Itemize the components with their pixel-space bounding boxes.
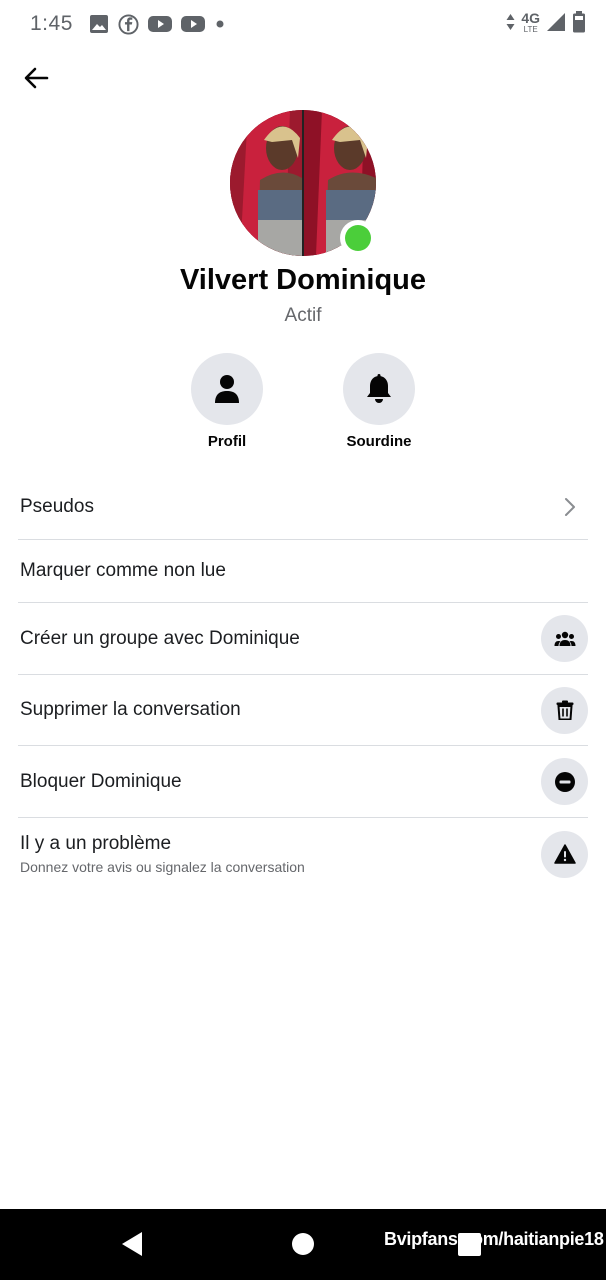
nav-home-button[interactable] — [292, 1233, 314, 1255]
settings-menu: Pseudos Marquer comme non lue Créer un g… — [0, 475, 606, 890]
menu-item-report-problem[interactable]: Il y a un problème Donnez votre avis ou … — [18, 818, 588, 890]
menu-item-label: Créer un groupe avec Dominique — [20, 627, 300, 649]
trash-icon — [541, 686, 588, 734]
system-nav-bar: Bvipfans.com/haitianpie18 — [0, 1209, 606, 1280]
chevron-right-icon — [558, 495, 582, 519]
triangle-back-icon — [122, 1232, 142, 1256]
mute-button[interactable]: Sourdine — [324, 353, 434, 450]
back-button[interactable] — [18, 60, 54, 96]
youtube-icon — [180, 15, 205, 33]
menu-item-mark-unread[interactable]: Marquer comme non lue — [18, 540, 588, 603]
menu-item-sublabel: Donnez votre avis ou signalez la convers… — [20, 859, 305, 875]
conversation-settings-screen: 1:45 4G LTE Vilvert Dominique Actif Prof… — [0, 0, 606, 1280]
warning-icon — [541, 830, 588, 878]
menu-item-block[interactable]: Bloquer Dominique — [18, 746, 588, 818]
status-bar: 1:45 4G LTE — [0, 0, 606, 48]
block-icon — [541, 758, 588, 805]
youtube-icon — [147, 15, 172, 33]
menu-item-label: Supprimer la conversation — [20, 699, 241, 720]
profile-button-circle[interactable] — [191, 353, 263, 425]
battery-icon — [572, 10, 586, 38]
menu-item-nicknames[interactable]: Pseudos — [18, 475, 588, 540]
mute-button-label: Sourdine — [346, 433, 412, 450]
status-time: 1:45 — [30, 12, 73, 35]
profile-name: Vilvert Dominique — [179, 264, 427, 296]
menu-item-label: Il y a un problème — [20, 833, 172, 854]
image-icon — [89, 14, 109, 34]
status-right: 4G LTE — [506, 10, 586, 38]
watermark-text: Bvipfans.com/haitianpie18 — [384, 1229, 604, 1249]
facebook-icon — [118, 13, 139, 35]
signal-icon — [546, 12, 566, 37]
network-label: 4G LTE — [521, 10, 540, 34]
menu-item-create-group[interactable]: Créer un groupe avec Dominique — [18, 603, 588, 675]
profile-status: Actif — [284, 305, 322, 326]
online-indicator — [340, 220, 376, 256]
menu-item-label: Pseudos — [20, 496, 94, 517]
bell-icon — [367, 374, 391, 403]
group-icon — [541, 615, 588, 662]
menu-item-label: Marquer comme non lue — [20, 560, 226, 581]
person-icon — [215, 375, 239, 403]
data-arrows-icon — [506, 13, 515, 35]
menu-item-label: Bloquer Dominique — [20, 770, 182, 792]
notification-icons — [89, 13, 226, 35]
profile-button-label: Profil — [207, 433, 247, 450]
profile-avatar-wrap — [230, 110, 378, 258]
menu-item-delete-conversation[interactable]: Supprimer la conversation — [18, 675, 588, 746]
profile-button[interactable]: Profil — [172, 353, 282, 450]
nav-back-button[interactable] — [120, 1231, 144, 1262]
mute-button-circle[interactable] — [343, 353, 415, 425]
arrow-left-icon — [24, 67, 49, 89]
dot-icon — [214, 18, 226, 30]
